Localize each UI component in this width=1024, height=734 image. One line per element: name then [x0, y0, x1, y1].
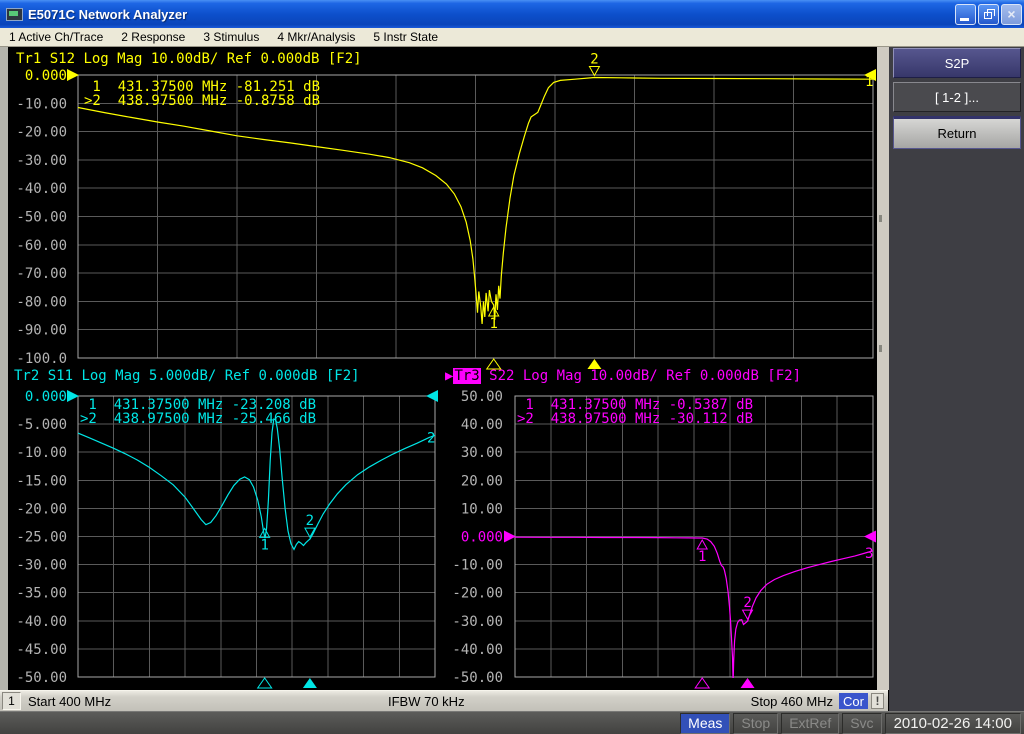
close-icon: ×: [1002, 6, 1021, 22]
menu-instr-state[interactable]: 5 Instr State: [364, 29, 447, 45]
channel-bar-right: Stop 460 MHz Cor !: [751, 693, 888, 709]
trace3-settings: S22 Log Mag 10.00dB/ Ref 0.000dB [F2]: [481, 368, 801, 384]
instrument-status-bar: Meas Stop ExtRef Svc 2010-02-26 14:00: [0, 711, 1024, 734]
softkey-return[interactable]: Return: [893, 116, 1021, 149]
tr1-marker-readout-row: >2 438.97500 MHz -0.8758 dB: [84, 94, 320, 108]
trace2-name: Tr2: [14, 368, 39, 384]
close-button[interactable]: ×: [1001, 4, 1022, 25]
left-border-strip: [0, 47, 8, 690]
correction-badge: Cor: [839, 693, 868, 709]
tr3-marker-readout-row: >2 438.97500 MHz -30.112 dB: [517, 412, 753, 426]
datetime-display: 2010-02-26 14:00: [885, 713, 1021, 734]
menu-active-ch-trace[interactable]: 1 Active Ch/Trace: [0, 29, 112, 45]
softkey-s2p[interactable]: S2P: [893, 48, 1021, 78]
menu-bar: 1 Active Ch/Trace 2 Response 3 Stimulus …: [0, 28, 1024, 47]
tr2-marker-readout-row: >2 438.97500 MHz -25.466 dB: [80, 412, 316, 426]
svc-status-badge: Svc: [842, 713, 881, 734]
tr1-marker-readout-row: 1 431.37500 MHz -81.251 dB: [84, 80, 320, 94]
meas-status-badge: Meas: [680, 713, 730, 734]
window-controls: ×: [953, 4, 1024, 25]
tr2-marker-readout: 1 431.37500 MHz -23.208 dB>2 438.97500 M…: [80, 398, 316, 426]
restore-icon: [984, 12, 992, 19]
trace1-name: Tr1: [16, 51, 41, 67]
scroll-tick: [879, 345, 882, 352]
alert-badge: !: [871, 693, 884, 709]
scroll-tick: [879, 215, 882, 222]
start-frequency-label: Start 400 MHz: [28, 694, 111, 709]
minimize-button[interactable]: [955, 4, 976, 25]
tr3-marker-readout: 1 431.37500 MHz -0.5387 dB>2 438.97500 M…: [517, 398, 753, 426]
stop-frequency-label: Stop 460 MHz: [751, 694, 833, 709]
trace2-settings: S11 Log Mag 5.000dB/ Ref 0.000dB [F2]: [39, 368, 359, 384]
app-icon: [6, 8, 23, 21]
trace3-name: Tr3: [453, 368, 480, 384]
extref-status-badge: ExtRef: [781, 713, 839, 734]
tr3-marker-readout-row: 1 431.37500 MHz -0.5387 dB: [517, 398, 753, 412]
ifbw-label: IFBW 70 kHz: [388, 694, 465, 709]
trace3-header: ▶Tr3 S22 Log Mag 10.00dB/ Ref 0.000dB [F…: [445, 368, 801, 384]
channel-number-box: 1: [2, 692, 21, 710]
tr2-marker-readout-row: 1 431.37500 MHz -23.208 dB: [80, 398, 316, 412]
softkey-scroll-strip[interactable]: [877, 47, 889, 690]
trace1-settings: S12 Log Mag 10.00dB/ Ref 0.000dB [F2]: [41, 51, 361, 67]
menu-mkr-analysis[interactable]: 4 Mkr/Analysis: [268, 29, 364, 45]
stop-status-badge: Stop: [733, 713, 778, 734]
softkey-1-2[interactable]: [ 1-2 ]...: [893, 82, 1021, 112]
menu-response[interactable]: 2 Response: [112, 29, 194, 45]
title-bar: E5071C Network Analyzer ×: [0, 0, 1024, 28]
restore-button[interactable]: [978, 4, 999, 25]
window-title: E5071C Network Analyzer: [28, 7, 187, 22]
menu-stimulus[interactable]: 3 Stimulus: [194, 29, 268, 45]
minimize-icon: [960, 18, 969, 21]
tr1-marker-readout: 1 431.37500 MHz -81.251 dB>2 438.97500 M…: [84, 80, 320, 108]
trace2-header: Tr2 S11 Log Mag 5.000dB/ Ref 0.000dB [F2…: [14, 368, 360, 384]
channel-status-bar: 1 Start 400 MHz IFBW 70 kHz Stop 460 MHz…: [0, 690, 888, 711]
trace1-header: Tr1 S12 Log Mag 10.00dB/ Ref 0.000dB [F2…: [16, 51, 362, 67]
